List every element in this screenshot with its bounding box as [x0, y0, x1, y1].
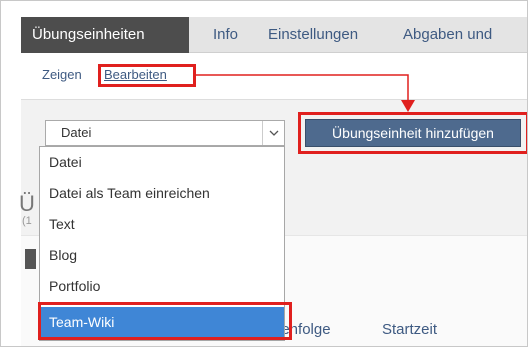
annotation-box-add-button: [298, 112, 527, 154]
annotation-arrow: [196, 74, 415, 112]
annotation-box-team-wiki: [38, 302, 292, 340]
annotation-box-bearbeiten: [98, 64, 196, 87]
window: Übungseinheiten Info Einstellungen Abgab…: [0, 0, 528, 347]
